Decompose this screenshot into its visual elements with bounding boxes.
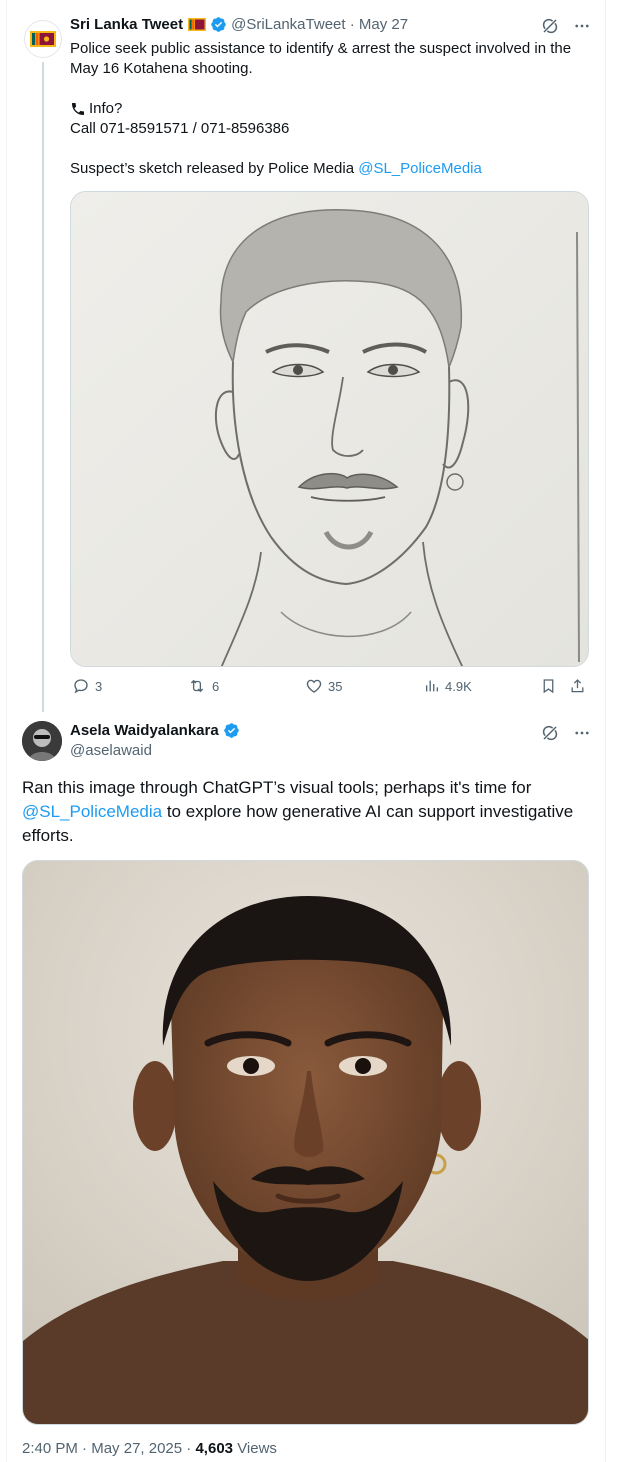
tweet2-header: Asela Waidyalankara <box>70 722 244 739</box>
repost-count: 6 <box>212 678 220 694</box>
tweet-header: Sri Lanka Tweet @SriLankaTweet · May 27 <box>70 16 408 33</box>
views-count: 4,603 <box>195 1440 234 1457</box>
profile-photo <box>22 721 62 761</box>
sketch-line: Suspect’s sketch released by Police Medi… <box>70 159 580 179</box>
separator-dot: · <box>345 16 359 33</box>
handle[interactable]: @aselawaid <box>70 742 152 759</box>
tweet2-metadata: 2:40 PM · May 27, 2025 · 4,603 Views <box>22 1440 277 1457</box>
portrait-drawing <box>23 861 588 1424</box>
views-count: 4.9K <box>445 678 472 694</box>
tweet2-body: Ran this image through ChatGPT’s visual … <box>22 776 592 848</box>
tweet1-corner-actions <box>541 17 591 35</box>
like-count: 35 <box>328 678 343 694</box>
tweet2-corner-actions <box>541 724 591 742</box>
verified-badge-icon <box>223 723 239 738</box>
tweet1-body: Police seek public assistance to identif… <box>70 39 580 179</box>
tweet-time[interactable]: 2:40 PM <box>22 1440 78 1457</box>
like-button[interactable]: 35 <box>305 677 342 695</box>
pencil-sketch-drawing <box>71 192 588 666</box>
more-icon[interactable] <box>573 724 591 742</box>
tweet1-action-bar: 3 6 35 4.9K <box>70 677 589 701</box>
avatar-asela-waidyalankara[interactable] <box>22 721 62 761</box>
sketch-caption: Suspect’s sketch released by Police Medi… <box>70 160 359 177</box>
avatar-sri-lanka-tweet[interactable] <box>24 20 62 58</box>
sri-lanka-flag-icon <box>30 31 56 47</box>
share-button[interactable] <box>569 677 586 695</box>
repost-button[interactable]: 6 <box>187 677 219 695</box>
sri-lanka-flag-icon <box>188 18 207 31</box>
grok-icon[interactable] <box>541 17 559 35</box>
tweet-date[interactable]: May 27 <box>359 16 408 33</box>
reply-button[interactable]: 3 <box>72 677 102 695</box>
separator-dot: · <box>182 1440 196 1457</box>
display-name[interactable]: Asela Waidyalankara <box>70 722 219 739</box>
views-button[interactable]: 4.9K <box>424 677 472 695</box>
share-icon <box>571 679 584 693</box>
tweet-text-part1: Ran this image through ChatGPT’s visual … <box>22 778 532 797</box>
more-icon[interactable] <box>573 17 591 35</box>
bookmark-icon <box>543 679 554 694</box>
mention-link[interactable]: @SL_PoliceMedia <box>358 160 482 177</box>
grok-icon[interactable] <box>541 724 559 742</box>
suspect-sketch-image[interactable] <box>70 191 589 667</box>
views-label: Views <box>237 1440 277 1457</box>
thread-connector-line <box>42 62 44 712</box>
views-icon <box>426 680 438 692</box>
like-icon <box>306 679 322 693</box>
tweet-text-line: Police seek public assistance to identif… <box>70 40 572 77</box>
phone-line: Call 071-8591571 / 071-8596386 <box>70 120 290 137</box>
info-label: Info? <box>89 100 123 117</box>
verified-badge-icon <box>211 17 226 32</box>
separator-dot: · <box>77 1440 92 1457</box>
tweet-date[interactable]: May 27, 2025 <box>91 1440 182 1457</box>
display-name[interactable]: Sri Lanka Tweet <box>70 16 183 33</box>
info-line: Info? <box>70 99 580 119</box>
generated-portrait-image[interactable] <box>22 860 589 1425</box>
mention-link[interactable]: @SL_PoliceMedia <box>22 802 162 821</box>
bookmark-button[interactable] <box>540 677 557 695</box>
telephone-icon <box>72 103 84 115</box>
reply-icon <box>74 679 88 694</box>
handle[interactable]: @SriLankaTweet <box>231 16 345 33</box>
reply-count: 3 <box>95 678 103 694</box>
repost-icon <box>190 679 204 693</box>
